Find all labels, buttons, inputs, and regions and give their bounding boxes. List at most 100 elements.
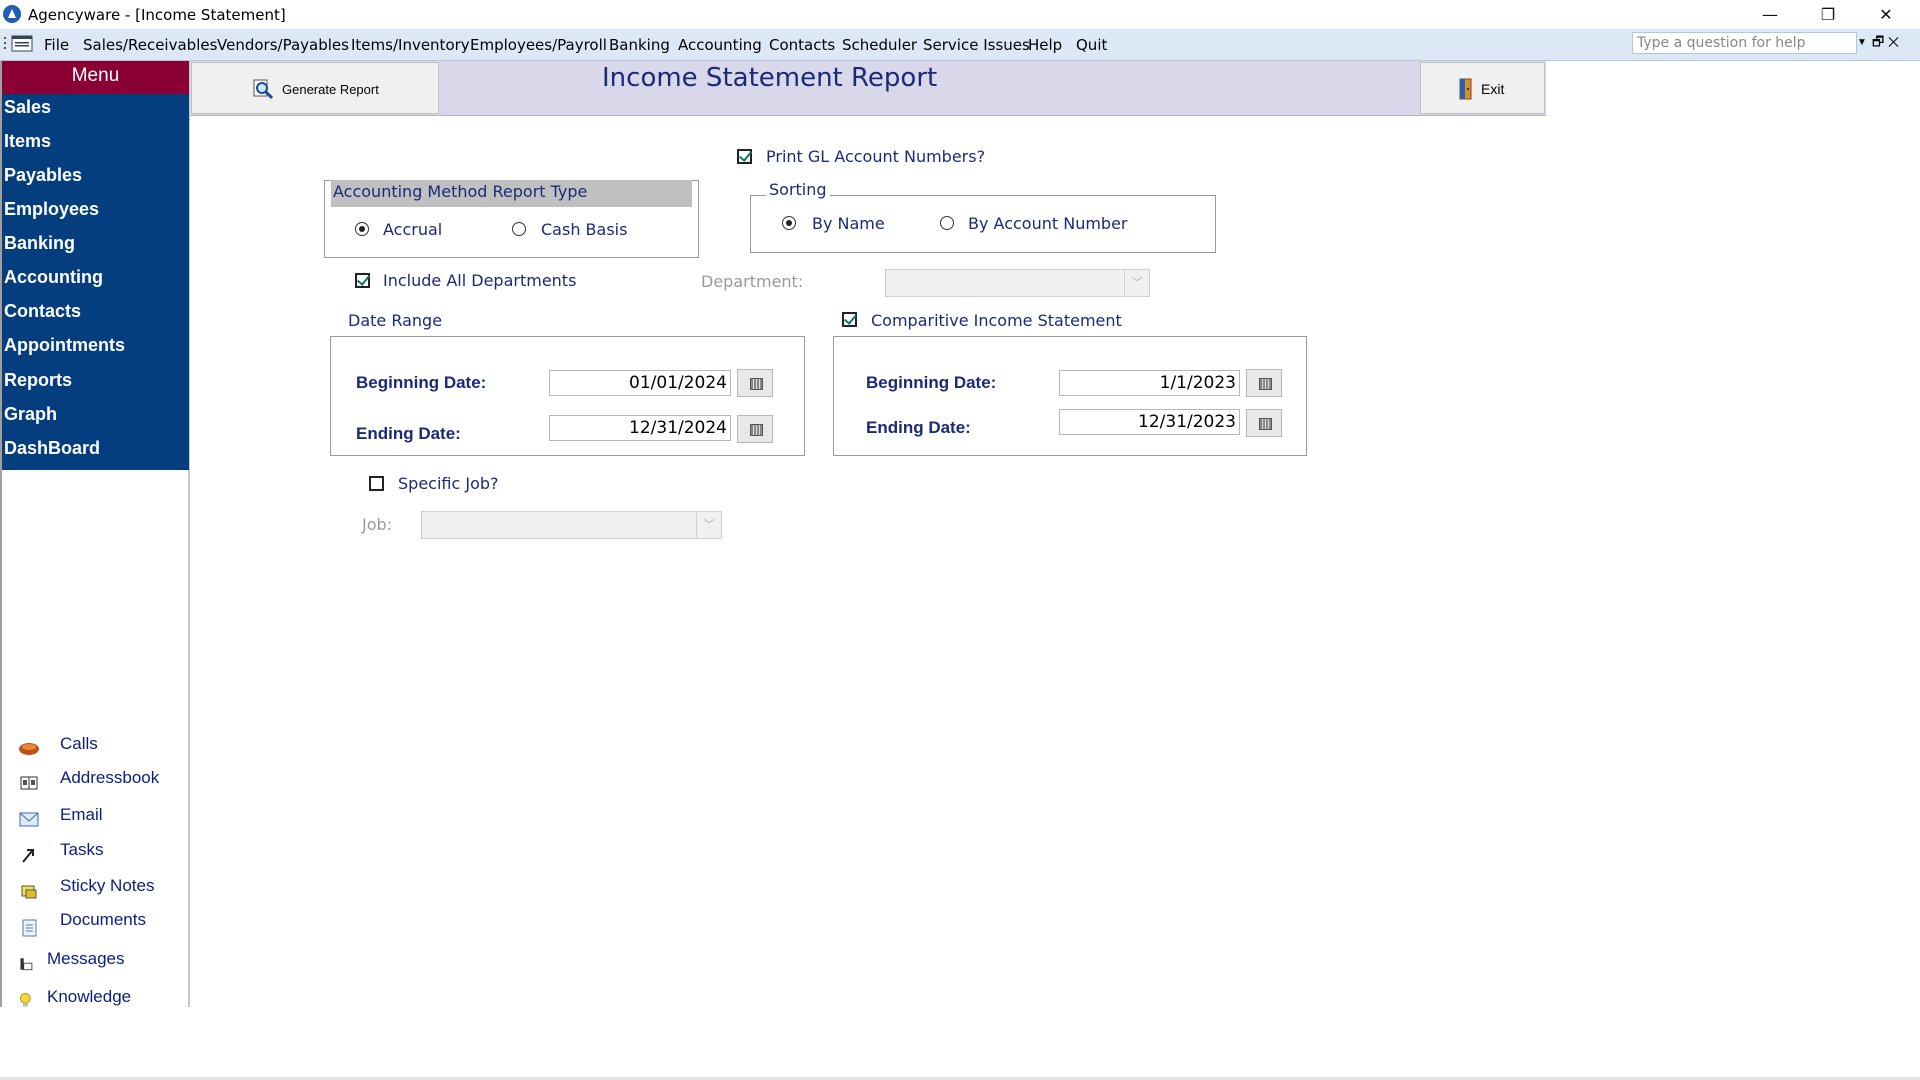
date-range-title: Date Range	[348, 311, 443, 330]
by-name-radio[interactable]	[782, 216, 796, 230]
magnifier-icon	[253, 79, 274, 100]
comparative-label: Comparitive Income Statement	[871, 311, 1122, 330]
tool-messages-label: Messages	[47, 949, 125, 968]
minimize-button[interactable]: —	[1742, 0, 1798, 29]
include-departments-label: Include All Departments	[383, 271, 577, 290]
by-account-number-label: By Account Number	[968, 214, 1128, 233]
help-dropdown-icon[interactable]: ▼	[1855, 33, 1869, 53]
comp-begin-date-input[interactable]: 1/1/2023	[1059, 370, 1240, 396]
comp-end-date-input[interactable]: 12/31/2023	[1059, 409, 1240, 435]
nav-banking[interactable]: Banking	[4, 233, 75, 254]
comparative-checkbox[interactable]	[842, 312, 857, 327]
nav-payables[interactable]: Payables	[4, 165, 82, 186]
nav-sales[interactable]: Sales	[4, 97, 51, 118]
tool-messages[interactable]: Messages	[18, 949, 124, 979]
menu-employees-payroll[interactable]: Employees/Payroll	[470, 36, 607, 54]
include-departments-checkbox[interactable]	[355, 273, 370, 288]
department-combo[interactable]: ﹀	[885, 269, 1150, 297]
nav-accounting[interactable]: Accounting	[4, 267, 103, 288]
comparative-group	[833, 336, 1307, 456]
tool-tasks-label: Tasks	[60, 840, 104, 859]
close-button[interactable]: ✕	[1858, 0, 1914, 29]
sorting-title: Sorting	[766, 180, 830, 199]
generate-report-label: Generate Report	[282, 82, 379, 97]
comp-end-date-calendar-button[interactable]	[1246, 409, 1282, 437]
generate-report-button[interactable]: Generate Report	[191, 62, 439, 114]
accrual-label: Accrual	[383, 220, 443, 239]
cash-basis-label: Cash Basis	[541, 220, 628, 239]
nav-contacts[interactable]: Contacts	[4, 301, 81, 322]
lightbulb-icon	[20, 993, 31, 1007]
tool-email-label: Email	[60, 805, 103, 824]
phone-icon	[19, 743, 39, 755]
chevron-down-icon: ﹀	[1124, 270, 1149, 296]
messages-icon	[20, 958, 33, 971]
help-search-input[interactable]: Type a question for help	[1632, 32, 1857, 54]
begin-date-input[interactable]: 01/01/2024	[549, 370, 731, 396]
page-title: Income Statement Report	[602, 63, 938, 93]
exit-label: Exit	[1481, 81, 1505, 97]
sticky-notes-icon	[21, 885, 37, 899]
window-title: Agencyware - [Income Statement]	[28, 6, 286, 24]
end-date-label: Ending Date:	[356, 424, 461, 443]
department-label: Department:	[701, 272, 804, 291]
nav-items[interactable]: Items	[4, 131, 51, 152]
tool-calls-label: Calls	[60, 734, 98, 753]
accrual-radio[interactable]	[355, 222, 369, 236]
tool-calls[interactable]: Calls	[18, 734, 98, 762]
chevron-down-icon: ﹀	[696, 512, 721, 538]
mdi-window-controls[interactable]: 🗗 ✕	[1872, 33, 1899, 55]
tool-addressbook[interactable]: Addressbook	[18, 768, 159, 798]
tool-knowledge[interactable]: Knowledge	[18, 987, 131, 1015]
nav-reports[interactable]: Reports	[4, 370, 72, 391]
by-account-number-radio[interactable]	[940, 216, 954, 230]
menu-sales-receivables[interactable]: Sales/Receivables	[83, 36, 217, 54]
print-gl-checkbox[interactable]	[737, 149, 752, 164]
print-gl-label: Print GL Account Numbers?	[766, 147, 986, 166]
exit-door-icon	[1459, 78, 1472, 100]
tool-sticky-notes[interactable]: Sticky Notes	[18, 876, 154, 906]
tool-tasks[interactable]: Tasks	[18, 840, 103, 870]
nav-appointments[interactable]: Appointments	[4, 335, 125, 356]
job-combo[interactable]: ﹀	[421, 511, 722, 539]
menu-quit[interactable]: Quit	[1076, 36, 1107, 54]
nav-dashboard[interactable]: DashBoard	[4, 438, 100, 459]
tool-documents[interactable]: Documents	[18, 910, 146, 942]
menu-help[interactable]: Help	[1028, 36, 1062, 54]
tool-addressbook-label: Addressbook	[60, 768, 160, 787]
tool-documents-label: Documents	[60, 910, 146, 929]
end-date-calendar-button[interactable]	[737, 415, 773, 443]
nav-employees[interactable]: Employees	[4, 199, 99, 220]
menu-scheduler[interactable]: Scheduler	[842, 36, 917, 54]
cash-basis-radio[interactable]	[512, 222, 526, 236]
begin-date-label: Beginning Date:	[356, 373, 487, 392]
comp-begin-date-calendar-button[interactable]	[1246, 369, 1282, 397]
specific-job-checkbox[interactable]	[369, 476, 384, 491]
tool-knowledge-label: Knowledge	[47, 987, 132, 1006]
app-logo-icon	[3, 5, 21, 23]
menu-accounting[interactable]: Accounting	[678, 36, 762, 54]
title-bar: Agencyware - [Income Statement] — ❐ ✕	[0, 0, 1920, 29]
job-label: Job:	[362, 515, 393, 534]
menu-vendors-payables[interactable]: Vendors/Payables	[217, 36, 349, 54]
addressbook-icon	[20, 776, 38, 790]
restore-button[interactable]: ❐	[1800, 0, 1856, 29]
documents-icon	[22, 919, 37, 937]
tool-sticky-notes-label: Sticky Notes	[60, 876, 155, 895]
menu-file[interactable]: File	[44, 36, 69, 54]
nav-graph[interactable]: Graph	[4, 404, 57, 425]
exit-button[interactable]: Exit	[1420, 62, 1545, 114]
specific-job-label: Specific Job?	[398, 474, 499, 493]
begin-date-calendar-button[interactable]	[737, 369, 773, 397]
menu-banking[interactable]: Banking	[609, 36, 670, 54]
end-date-input[interactable]: 12/31/2024	[549, 415, 731, 441]
menu-items-inventory[interactable]: Items/Inventory	[351, 36, 470, 54]
by-name-label: By Name	[812, 214, 885, 233]
email-icon	[19, 812, 39, 827]
menu-contacts[interactable]: Contacts	[769, 36, 835, 54]
tool-email[interactable]: Email	[18, 805, 103, 834]
tasks-icon	[22, 849, 34, 863]
comp-end-date-label: Ending Date:	[866, 418, 971, 437]
menu-grip-icon	[4, 35, 33, 52]
menu-service-issues[interactable]: Service Issues	[923, 36, 1030, 54]
